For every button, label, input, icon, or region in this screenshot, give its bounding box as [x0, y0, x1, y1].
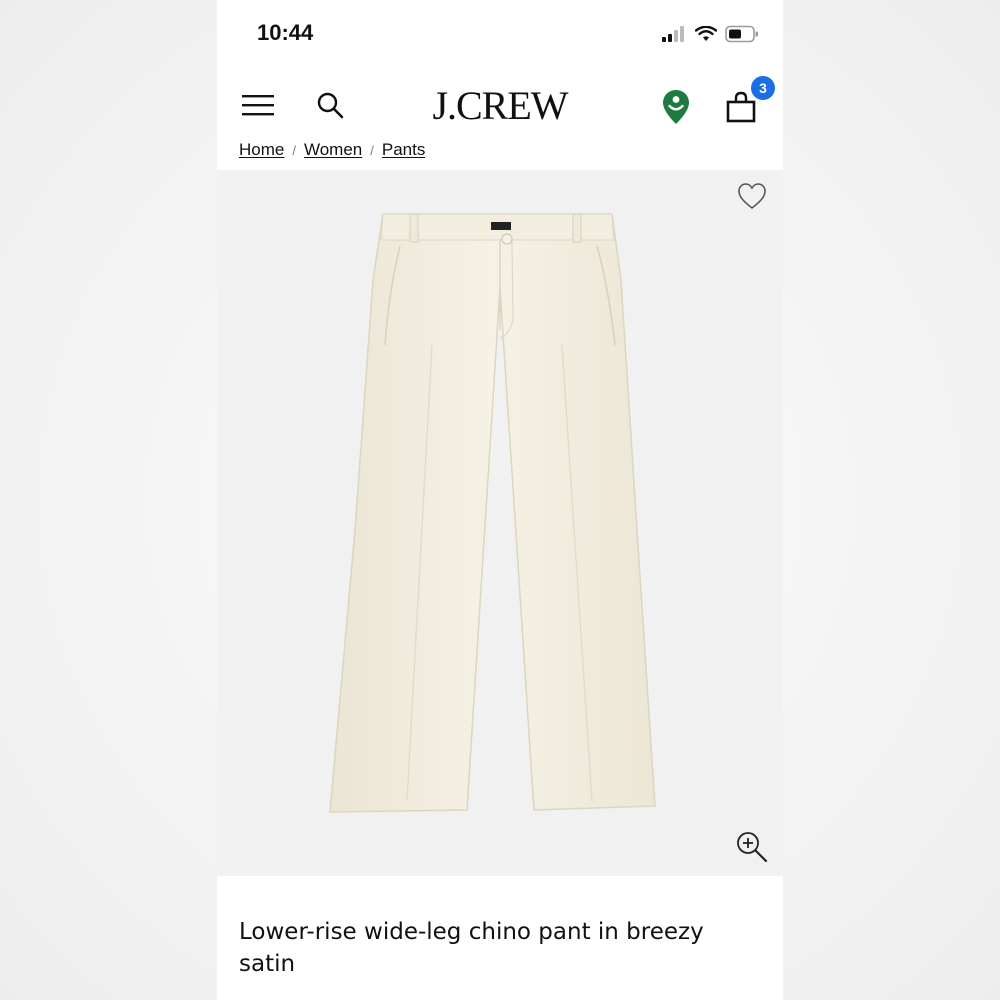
store-locator-icon: [663, 90, 689, 124]
wifi-icon: [695, 26, 717, 41]
bag-count-badge: 3: [751, 76, 775, 100]
phone-screen: 10:44 J.CREW 3 Home / Women / Pants Lowe…: [217, 0, 783, 1000]
breadcrumb-pants[interactable]: Pants: [382, 140, 425, 160]
product-image[interactable]: [217, 170, 783, 876]
status-bar: 10:44: [217, 0, 783, 70]
pant-illustration: [329, 213, 656, 813]
zoom-icon: [737, 832, 768, 863]
product-title: Lower-rise wide-leg chino pant in breezy…: [239, 919, 704, 977]
store-locator-button[interactable]: [659, 88, 693, 126]
site-header: J.CREW 3: [217, 70, 783, 148]
jcrew-logo[interactable]: J.CREW: [217, 82, 783, 129]
signal-icon: [662, 26, 684, 42]
breadcrumb-separator: /: [292, 143, 296, 158]
battery-icon: [725, 25, 758, 43]
breadcrumb-home[interactable]: Home: [239, 140, 284, 160]
status-icons: [661, 24, 759, 44]
wishlist-button[interactable]: [737, 182, 769, 212]
heart-icon: [738, 183, 766, 210]
shopping-bag-icon: [726, 91, 756, 123]
breadcrumb-separator: /: [370, 143, 374, 158]
status-time: 10:44: [257, 20, 314, 45]
breadcrumb-women[interactable]: Women: [304, 140, 362, 160]
breadcrumb: Home / Women / Pants: [239, 140, 425, 164]
zoom-button[interactable]: [735, 830, 769, 864]
